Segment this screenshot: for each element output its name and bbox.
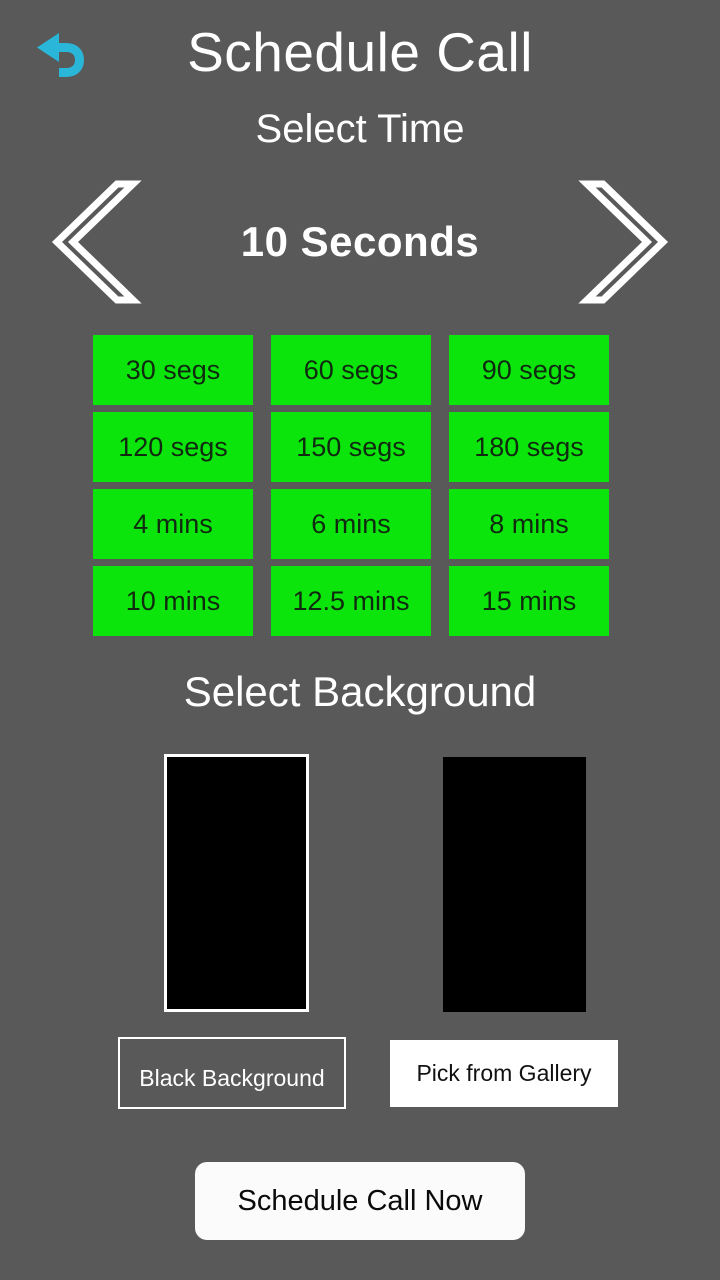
preset-button-90-segs[interactable]: 90 segs xyxy=(449,335,609,405)
background-preview-row xyxy=(0,754,720,1014)
background-action-row: Black Background Pick from Gallery xyxy=(0,1037,720,1109)
preset-button-150-segs[interactable]: 150 segs xyxy=(271,412,431,482)
black-background-preview[interactable] xyxy=(164,754,309,1012)
preset-button-8-mins[interactable]: 8 mins xyxy=(449,489,609,559)
gallery-background-preview[interactable] xyxy=(443,757,586,1012)
current-time-value: 10 Seconds xyxy=(240,218,480,265)
previous-time-button[interactable] xyxy=(30,168,160,316)
app-header: Schedule Call Select Time xyxy=(0,0,720,160)
page-title: Schedule Call xyxy=(187,21,533,83)
black-background-button[interactable]: Black Background xyxy=(118,1037,346,1109)
chevron-right-icon xyxy=(577,178,673,306)
chevron-left-icon xyxy=(47,178,143,306)
preset-button-10-mins[interactable]: 10 mins xyxy=(93,566,253,636)
preset-button-120-segs[interactable]: 120 segs xyxy=(93,412,253,482)
next-time-button[interactable] xyxy=(560,168,690,316)
select-background-label: Select Background xyxy=(183,668,537,715)
preset-button-180-segs[interactable]: 180 segs xyxy=(449,412,609,482)
preset-button-6-mins[interactable]: 6 mins xyxy=(271,489,431,559)
time-stepper: 10 Seconds xyxy=(0,168,720,316)
preset-button-15-mins[interactable]: 15 mins xyxy=(449,566,609,636)
time-preset-grid: 30 segs 60 segs 90 segs 120 segs 150 seg… xyxy=(93,335,613,636)
schedule-call-now-button[interactable]: Schedule Call Now xyxy=(195,1162,525,1240)
preset-button-30-segs[interactable]: 30 segs xyxy=(93,335,253,405)
preset-button-60-segs[interactable]: 60 segs xyxy=(271,335,431,405)
pick-from-gallery-button[interactable]: Pick from Gallery xyxy=(390,1040,618,1107)
preset-button-12-5-mins[interactable]: 12.5 mins xyxy=(271,566,431,636)
select-time-label: Select Time xyxy=(255,107,465,151)
preset-button-4-mins[interactable]: 4 mins xyxy=(93,489,253,559)
